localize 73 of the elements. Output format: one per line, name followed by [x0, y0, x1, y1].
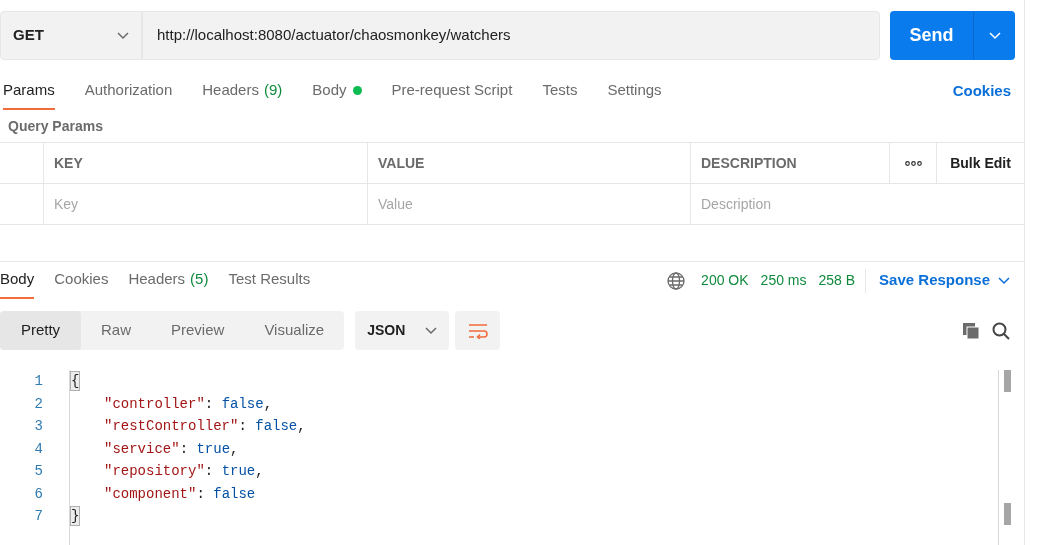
description-input-field[interactable]: Description	[701, 193, 1014, 215]
column-header: KEY	[54, 153, 83, 173]
value-input-field[interactable]: Value	[378, 193, 680, 215]
json-key: "restController"	[104, 415, 239, 438]
format-dropdown[interactable]: JSON	[355, 311, 450, 350]
line-number: 6	[34, 484, 43, 504]
tab[interactable]: Body	[0, 262, 35, 299]
line-number: 3	[34, 417, 43, 436]
globe-icon[interactable]	[667, 271, 686, 290]
view-mode-tab[interactable]: Visualize	[244, 311, 345, 350]
json-punctuation: ,	[230, 439, 239, 459]
json-punctuation: :	[196, 484, 206, 504]
send-button[interactable]: Send	[890, 11, 974, 60]
line-number: 5	[34, 462, 43, 481]
column-header: VALUE	[378, 153, 425, 173]
chevron-down-icon	[988, 31, 1001, 40]
view-mode-tab[interactable]: Preview	[151, 311, 245, 350]
tab[interactable]: Headers (9)	[202, 72, 283, 110]
json-value: false	[221, 394, 264, 414]
json-value: true	[196, 439, 231, 459]
search-icon[interactable]	[992, 321, 1010, 340]
json-key: "component"	[104, 482, 197, 505]
wrap-lines-icon	[467, 322, 488, 339]
line-number: 7	[34, 507, 43, 526]
tab[interactable]: Params	[3, 72, 55, 110]
tab[interactable]: Authorization	[84, 72, 173, 110]
cookies-link[interactable]: Cookies	[952, 79, 1011, 103]
method-dropdown[interactable]: GET	[0, 11, 142, 60]
scrollbar-thumb[interactable]	[1004, 370, 1011, 392]
response-size: 258 B	[818, 268, 867, 293]
copy-icon[interactable]	[962, 321, 980, 340]
bulk-edit-button[interactable]: Bulk Edit	[950, 152, 1011, 174]
view-mode-tab[interactable]: Pretty	[0, 311, 81, 350]
tab[interactable]: Pre-request Script	[391, 72, 513, 110]
more-options-icon[interactable]	[904, 160, 922, 166]
json-punctuation: ,	[297, 417, 306, 436]
section-title: Query Params	[8, 116, 103, 136]
json-punctuation: ,	[255, 462, 264, 481]
json-key: "service"	[104, 437, 180, 460]
line-number: 4	[34, 439, 43, 459]
json-key: "repository"	[104, 460, 205, 483]
json-value: true	[221, 462, 256, 481]
tab[interactable]: Tests	[542, 72, 578, 110]
line-number: 2	[34, 394, 43, 414]
key-input-field[interactable]: Key	[54, 193, 357, 215]
json-value: false	[255, 417, 298, 436]
scrollbar-thumb[interactable]	[1004, 503, 1011, 525]
tab[interactable]: Body	[312, 72, 362, 110]
chevron-down-icon	[117, 31, 129, 40]
json-brace: }	[70, 506, 81, 527]
save-response-button[interactable]: Save Response	[879, 269, 990, 292]
json-punctuation: ,	[263, 394, 273, 414]
format-text: JSON	[367, 321, 406, 340]
column-header: DESCRIPTION	[701, 153, 797, 173]
json-punctuation: :	[179, 439, 190, 459]
tab[interactable]: Headers (5)	[128, 262, 209, 299]
status-code: 200 OK	[701, 271, 749, 290]
chevron-down-icon	[425, 326, 438, 335]
json-value: false	[213, 484, 256, 504]
method-text: GET	[13, 25, 44, 46]
response-time: 250 ms	[760, 271, 807, 290]
json-key: "controller"	[104, 392, 205, 415]
json-brace: {	[70, 371, 81, 392]
tab[interactable]: Test Results	[228, 262, 311, 299]
url-field[interactable]: http://localhost:8080/actuator/chaosmonkey/watchers	[142, 11, 880, 60]
json-punctuation: :	[238, 417, 248, 436]
tab[interactable]: Settings	[607, 72, 662, 110]
chevron-down-icon	[998, 276, 1010, 285]
tab[interactable]: Cookies	[54, 262, 109, 299]
json-punctuation: :	[204, 462, 215, 481]
line-number: 1	[34, 372, 43, 391]
view-mode-tab[interactable]: Raw	[81, 311, 151, 350]
json-punctuation: :	[204, 394, 215, 414]
